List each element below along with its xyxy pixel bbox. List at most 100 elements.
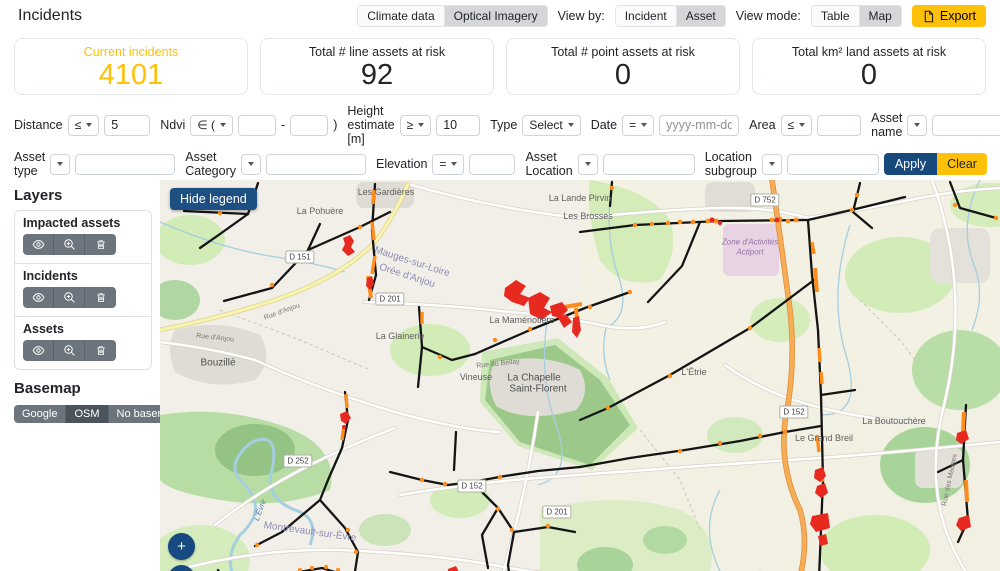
layer-zoom-to-button[interactable]: [54, 287, 85, 308]
chevron-down-icon: [418, 123, 424, 127]
hide-legend-button[interactable]: Hide legend: [170, 188, 257, 210]
location-subgroup-input[interactable]: [787, 154, 879, 175]
map-zoom-in-button[interactable]: +: [168, 533, 195, 560]
view-by-asset-button[interactable]: Asset: [677, 6, 725, 26]
eye-icon: [32, 238, 45, 251]
climate-data-button[interactable]: Climate data: [358, 6, 444, 26]
date-label: Date: [591, 118, 617, 132]
view-by-incident-button[interactable]: Incident: [616, 6, 677, 26]
layer-delete-button[interactable]: [85, 234, 116, 255]
distance-operator-select[interactable]: ≤: [68, 115, 100, 136]
height-input[interactable]: [436, 115, 480, 136]
location-subgroup-label: Location subgroup: [705, 150, 757, 178]
ndvi-min-input[interactable]: [238, 115, 276, 136]
stats-row: Current incidents 4101 Total # line asse…: [0, 32, 1000, 102]
card-title: Current incidents: [19, 45, 243, 59]
zoom-in-icon: [63, 291, 76, 304]
asset-location-label: Asset Location: [525, 150, 572, 178]
optical-imagery-button[interactable]: Optical Imagery: [445, 6, 547, 26]
export-label: Export: [940, 9, 976, 23]
ndvi-operator-select[interactable]: ∈ (: [190, 115, 233, 136]
asset-category-label: Asset Category: [185, 150, 236, 178]
asset-location-operator-select[interactable]: [578, 154, 598, 175]
basemap-title: Basemap: [14, 380, 152, 397]
zoom-in-icon: [63, 344, 76, 357]
elevation-input[interactable]: [469, 154, 515, 175]
asset-category-input[interactable]: [266, 154, 366, 175]
asset-name-operator-select[interactable]: [907, 115, 927, 136]
area-operator-select[interactable]: ≤: [781, 115, 813, 136]
asset-name-input[interactable]: [932, 115, 1000, 136]
date-operator-select[interactable]: =: [622, 115, 654, 136]
chevron-down-icon: [914, 123, 920, 127]
asset-name-label: Asset name: [871, 111, 902, 139]
chevron-down-icon: [641, 123, 647, 127]
toolbar: Climate data Optical Imagery View by: In…: [357, 5, 986, 27]
ndvi-max-input[interactable]: [290, 115, 328, 136]
apply-button[interactable]: Apply: [884, 153, 937, 175]
export-file-icon: [922, 10, 935, 23]
layers-panel: Impacted assets Incidents: [14, 210, 152, 370]
basemap-osm-button[interactable]: OSM: [66, 405, 108, 423]
apply-clear-group: Apply Clear: [884, 153, 987, 175]
asset-category-operator-select[interactable]: [241, 154, 261, 175]
view-by-toggle: Incident Asset: [615, 5, 726, 27]
clear-button[interactable]: Clear: [937, 153, 987, 175]
card-title: Total # line assets at risk: [265, 45, 489, 59]
layer-visibility-button[interactable]: [23, 287, 54, 308]
view-mode-map-button[interactable]: Map: [860, 6, 901, 26]
chevron-down-icon: [585, 162, 591, 166]
asset-type-input[interactable]: [75, 154, 175, 175]
layer-delete-button[interactable]: [85, 287, 116, 308]
card-value: 0: [757, 60, 981, 90]
card-land-assets: Total km² land assets at risk 0: [752, 38, 986, 95]
layer-item-impacted-assets: Impacted assets: [15, 211, 151, 264]
area-label: Area: [749, 118, 775, 132]
layer-label: Assets: [23, 322, 143, 336]
card-title: Total # point assets at risk: [511, 45, 735, 59]
card-value: 92: [265, 60, 489, 90]
asset-type-label: Asset type: [14, 150, 45, 178]
layer-item-incidents: Incidents: [15, 264, 151, 317]
data-source-toggle: Climate data Optical Imagery: [357, 5, 547, 27]
incidents-app: Incidents Climate data Optical Imagery V…: [0, 0, 1000, 571]
layer-label: Impacted assets: [23, 216, 143, 230]
location-subgroup-operator-select[interactable]: [762, 154, 782, 175]
height-operator-select[interactable]: ≥: [400, 115, 432, 136]
layers-title: Layers: [14, 187, 152, 204]
layer-zoom-to-button[interactable]: [54, 234, 85, 255]
map-container[interactable]: Les GardièresLa PohuèreLa Lande PirvinLe…: [160, 180, 1000, 571]
distance-label: Distance: [14, 118, 63, 132]
date-input[interactable]: [659, 115, 739, 136]
trash-icon: [95, 344, 107, 357]
trash-icon: [95, 238, 107, 251]
layer-visibility-button[interactable]: [23, 234, 54, 255]
layer-item-assets: Assets: [15, 317, 151, 369]
map-canvas[interactable]: [160, 180, 1000, 571]
type-label: Type: [490, 118, 517, 132]
view-mode-table-button[interactable]: Table: [812, 6, 860, 26]
chevron-down-icon: [769, 162, 775, 166]
layer-visibility-button[interactable]: [23, 340, 54, 361]
layer-actions: [23, 234, 116, 255]
view-mode-toggle: Table Map: [811, 5, 902, 27]
export-button[interactable]: Export: [912, 5, 986, 27]
content: Layers Impacted assets Incidents: [0, 180, 1000, 571]
chevron-down-icon: [86, 123, 92, 127]
area-input[interactable]: [817, 115, 861, 136]
type-select[interactable]: Select: [522, 115, 580, 136]
basemap-google-button[interactable]: Google: [14, 405, 66, 423]
ndvi-label: Ndvi: [160, 118, 185, 132]
sidebar: Layers Impacted assets Incidents: [0, 180, 160, 571]
layer-actions: [23, 287, 116, 308]
asset-location-input[interactable]: [603, 154, 695, 175]
chevron-down-icon: [451, 162, 457, 166]
layer-zoom-to-button[interactable]: [54, 340, 85, 361]
layer-label: Incidents: [23, 269, 143, 283]
asset-type-operator-select[interactable]: [50, 154, 70, 175]
height-estimate-label: Height estimate [m]: [347, 104, 394, 146]
card-point-assets: Total # point assets at risk 0: [506, 38, 740, 95]
distance-input[interactable]: [104, 115, 150, 136]
layer-delete-button[interactable]: [85, 340, 116, 361]
elevation-operator-select[interactable]: =: [432, 154, 464, 175]
